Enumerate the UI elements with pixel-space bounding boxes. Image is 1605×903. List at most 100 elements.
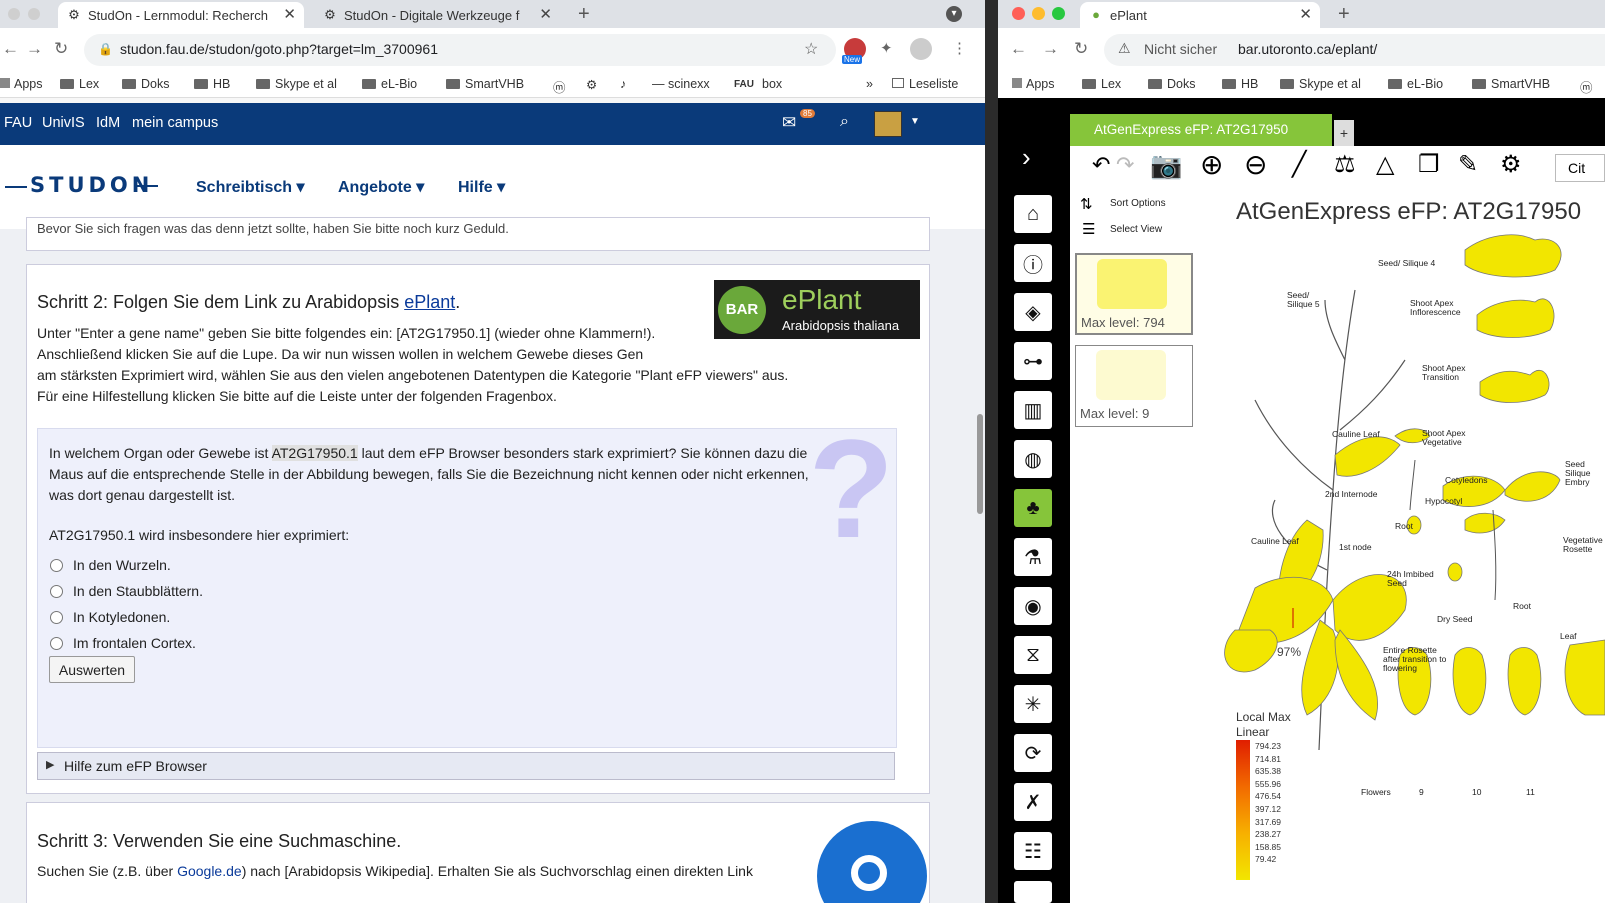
auswerten-button[interactable]: Auswerten: [49, 656, 135, 683]
menu-hilfe[interactable]: Hilfe ▾: [458, 177, 505, 197]
bookmark-leseliste[interactable]: Leseliste: [892, 77, 958, 91]
bookmark-el-bio[interactable]: eL-Bio: [1388, 77, 1443, 91]
more-tools-icon[interactable]: [1014, 881, 1052, 903]
search-icon[interactable]: ⌕: [840, 113, 849, 131]
chevron-down-icon[interactable]: ▼: [910, 116, 920, 127]
view-tab[interactable]: AtGenExpress eFP: AT2G17950: [1070, 114, 1332, 146]
bookmark-m-icon[interactable]: ⓜ: [1580, 77, 1593, 96]
nav-mein-campus[interactable]: mein campus: [132, 115, 218, 131]
tab-studon-lernmodul[interactable]: ⚙ StudOn - Lernmodul: Recherch ✕: [58, 2, 304, 28]
scrollbar-thumb[interactable]: [977, 414, 983, 514]
home-icon[interactable]: ⌂: [1014, 195, 1052, 233]
cite-button[interactable]: Cit: [1555, 154, 1605, 182]
bookmark-note-icon[interactable]: ♪: [620, 77, 626, 91]
bookmark-smartvhb[interactable]: SmartVHB: [446, 77, 524, 91]
expand-panel-icon[interactable]: ›: [1022, 142, 1031, 173]
sort-options[interactable]: Sort Options: [1110, 198, 1166, 209]
close-tab-icon[interactable]: ✕: [1299, 5, 1312, 23]
globe-icon[interactable]: ◍: [1014, 440, 1052, 478]
layers-icon[interactable]: ◈: [1014, 293, 1052, 331]
zoom-in-icon[interactable]: ⊕: [1200, 148, 1223, 181]
eplant-banner[interactable]: BAR ePlant Arabidopsis thaliana: [714, 280, 920, 339]
cycle-icon[interactable]: ⟳: [1014, 734, 1052, 772]
bookmark-box[interactable]: box: [762, 77, 782, 91]
palette-icon[interactable]: ✎: [1458, 150, 1478, 179]
triangle-icon[interactable]: △: [1376, 150, 1394, 179]
bookmark-smartvhb[interactable]: SmartVHB: [1472, 77, 1550, 91]
new-tab-icon[interactable]: +: [1338, 3, 1350, 26]
nav-fau[interactable]: FAU: [4, 115, 32, 131]
network-icon[interactable]: ⊶: [1014, 342, 1052, 380]
eplant-link[interactable]: ePlant: [404, 292, 455, 312]
menu-dots-icon[interactable]: ⋮: [952, 39, 967, 57]
menu-angebote[interactable]: Angebote ▾: [338, 177, 424, 197]
user-avatar[interactable]: [874, 111, 902, 137]
reload-icon[interactable]: ↻: [54, 39, 68, 59]
gear-icon[interactable]: ⚙: [1500, 150, 1522, 179]
forward-icon[interactable]: →: [1042, 39, 1059, 59]
bookmark-skype[interactable]: Skype et al: [256, 77, 337, 91]
bookmark-lex[interactable]: Lex: [1082, 77, 1121, 91]
bookmark-lex[interactable]: Lex: [60, 77, 99, 91]
dna-icon[interactable]: ⧖: [1014, 636, 1052, 674]
view-thumbnail-1[interactable]: Max level: 794: [1075, 253, 1193, 335]
heatmap-icon[interactable]: ▥: [1014, 391, 1052, 429]
back-icon[interactable]: ←: [1010, 39, 1027, 59]
reload-icon[interactable]: ↻: [1074, 39, 1088, 59]
bookmark-doks[interactable]: Doks: [122, 77, 169, 91]
line-tool-icon[interactable]: ╱: [1292, 150, 1306, 179]
forward-icon[interactable]: →: [26, 39, 43, 59]
minimize-window-icon[interactable]: [1032, 7, 1045, 20]
plant-efp-icon[interactable]: ♣: [1014, 489, 1052, 527]
radio-staubblaettern[interactable]: [50, 585, 63, 598]
back-icon[interactable]: ←: [2, 39, 19, 59]
redo-icon[interactable]: ↷: [1116, 152, 1134, 178]
molecule-icon[interactable]: ✳: [1014, 685, 1052, 723]
select-view[interactable]: Select View: [1110, 224, 1162, 235]
maximize-window-icon[interactable]: [1052, 7, 1065, 20]
google-link[interactable]: Google.de: [177, 863, 242, 879]
zoom-out-icon[interactable]: ⊖: [1244, 148, 1267, 181]
nav-univis[interactable]: UnivIS: [42, 115, 85, 131]
bookmark-doks[interactable]: Doks: [1148, 77, 1195, 91]
info-icon[interactable]: ⓘ: [1014, 244, 1052, 282]
bookmark-el-bio[interactable]: eL-Bio: [362, 77, 417, 91]
radio-kotyledonen[interactable]: [50, 611, 63, 624]
camera-icon[interactable]: 📷: [1150, 150, 1182, 181]
bookmark-m-icon[interactable]: ⓜ: [553, 77, 566, 96]
mail-icon[interactable]: ✉: [782, 113, 796, 133]
bookmark-apps[interactable]: Apps: [0, 77, 43, 91]
radio-wurzeln[interactable]: [50, 559, 63, 572]
book-icon[interactable]: ❐: [1418, 150, 1440, 179]
undo-icon[interactable]: ↶: [1092, 152, 1110, 178]
tab-search-icon[interactable]: ▾: [946, 6, 962, 22]
cell-icon[interactable]: ◉: [1014, 587, 1052, 625]
bookmark-hb[interactable]: HB: [1222, 77, 1258, 91]
add-view-icon[interactable]: +: [1334, 120, 1354, 146]
bookmark-scinexx[interactable]: — scinexx: [652, 77, 710, 91]
radio-cortex[interactable]: [50, 637, 63, 650]
protein-icon[interactable]: ✗: [1014, 783, 1052, 821]
view-thumbnail-2[interactable]: Max level: 9: [1075, 345, 1193, 427]
compare-scale-icon[interactable]: ⚖: [1334, 150, 1356, 179]
bookmarks-overflow[interactable]: »: [866, 77, 873, 91]
close-tab-icon[interactable]: ✕: [283, 5, 296, 23]
chromosome-icon[interactable]: ☷: [1014, 832, 1052, 870]
help-bar[interactable]: ▶ Hilfe zum eFP Browser: [37, 752, 895, 780]
tab-studon-digitale-werkzeuge[interactable]: ⚙ StudOn - Digitale Werkzeuge f ✕: [314, 2, 560, 28]
bookmark-skype[interactable]: Skype et al: [1280, 77, 1361, 91]
bookmark-star-icon[interactable]: ☆: [804, 39, 818, 59]
microscope-icon[interactable]: ⚗: [1014, 538, 1052, 576]
new-tab-icon[interactable]: +: [578, 3, 590, 26]
bookmark-studon-icon[interactable]: ⚙: [586, 77, 597, 92]
nav-idm[interactable]: IdM: [96, 115, 120, 131]
bookmark-apps[interactable]: Apps: [1012, 77, 1055, 91]
tab-eplant[interactable]: ● ePlant ✕: [1080, 2, 1320, 28]
bookmark-hb[interactable]: HB: [194, 77, 230, 91]
close-tab-icon[interactable]: ✕: [539, 5, 552, 23]
profile-avatar[interactable]: [910, 38, 932, 60]
studon-logo[interactable]: STUDON: [30, 173, 153, 197]
puzzle-icon[interactable]: ✦: [880, 39, 893, 57]
close-window-icon[interactable]: [1012, 7, 1025, 20]
menu-schreibtisch[interactable]: Schreibtisch ▾: [196, 177, 305, 197]
